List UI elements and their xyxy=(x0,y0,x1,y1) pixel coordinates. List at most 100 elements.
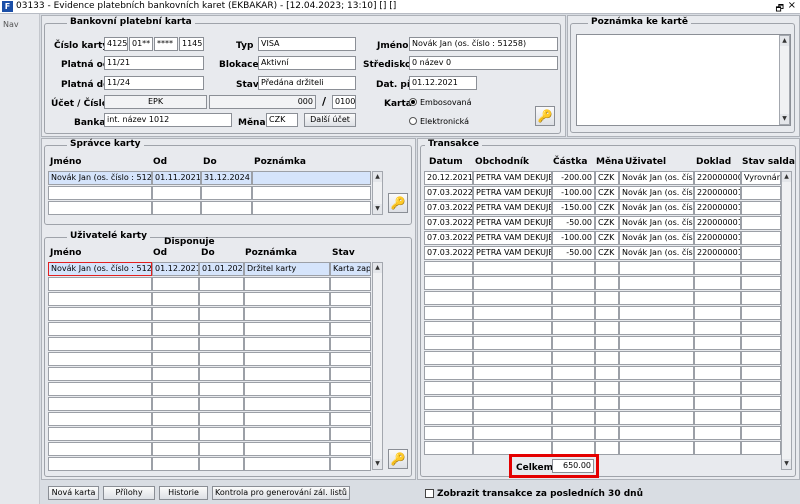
tx-cell-amount[interactable] xyxy=(552,276,595,290)
tx-cell-document[interactable] xyxy=(694,306,741,320)
tx-cell-merchant[interactable]: PETRA VAM DEKUJE xyxy=(473,201,552,215)
tx-cell-user[interactable] xyxy=(619,351,694,365)
manager-cell-from[interactable] xyxy=(152,201,201,215)
tx-cell-amount[interactable] xyxy=(552,396,595,410)
users-cell[interactable] xyxy=(152,397,199,411)
tx-cell-balance[interactable]: Vyrovnáno xyxy=(741,171,781,185)
card-number-part3[interactable]: **** xyxy=(154,37,178,51)
tx-cell-balance[interactable] xyxy=(741,396,781,410)
tx-cell-amount[interactable] xyxy=(552,366,595,380)
tx-cell-user[interactable] xyxy=(619,426,694,440)
users-cell[interactable] xyxy=(199,457,244,471)
tx-cell-document[interactable]: 2200000016 xyxy=(694,246,741,260)
users-cell[interactable] xyxy=(244,307,330,321)
manager-key-icon[interactable]: 🔑 xyxy=(388,193,408,213)
nav-panel[interactable]: Nav xyxy=(0,14,40,504)
tx-cell-currency[interactable] xyxy=(595,351,619,365)
tx-cell-user[interactable]: Novák Jan (os. číslo : 51258) xyxy=(619,186,694,200)
card-number-part4[interactable]: 1145 xyxy=(179,37,204,51)
tx-cell-currency[interactable] xyxy=(595,261,619,275)
manager-cell-to[interactable] xyxy=(201,186,252,200)
tx-cell-user[interactable] xyxy=(619,291,694,305)
users-cell[interactable] xyxy=(199,292,244,306)
users-cell[interactable] xyxy=(330,442,371,456)
card-number-part2[interactable]: 01** xyxy=(129,37,153,51)
tx-cell-document[interactable] xyxy=(694,366,741,380)
tx-cell-date[interactable]: 07.03.2022 xyxy=(424,246,473,260)
scroll-down-icon[interactable]: ▼ xyxy=(373,204,382,214)
manager-cell-name[interactable] xyxy=(48,186,152,200)
tx-cell-currency[interactable] xyxy=(595,381,619,395)
users-cell[interactable] xyxy=(199,307,244,321)
users-cell[interactable] xyxy=(48,322,152,336)
tx-cell-user[interactable]: Novák Jan (os. číslo : 51258) xyxy=(619,246,694,260)
users-cell[interactable] xyxy=(244,352,330,366)
type-field[interactable]: VISA xyxy=(258,37,356,51)
users-cell[interactable] xyxy=(244,397,330,411)
tx-cell-amount[interactable] xyxy=(552,426,595,440)
users-cell[interactable] xyxy=(48,397,152,411)
tx-cell-balance[interactable] xyxy=(741,246,781,260)
tx-cell-date[interactable] xyxy=(424,441,473,455)
tx-cell-date[interactable] xyxy=(424,351,473,365)
tx-cell-amount[interactable]: -150.00 xyxy=(552,201,595,215)
users-cell[interactable] xyxy=(199,277,244,291)
scroll-down-icon[interactable]: ▼ xyxy=(782,459,791,469)
users-cell[interactable] xyxy=(330,352,371,366)
advance-sheet-check-button[interactable]: Kontrola pro generování zál. listů xyxy=(212,486,350,500)
users-cell[interactable] xyxy=(330,412,371,426)
tx-cell-merchant[interactable] xyxy=(473,351,552,365)
scroll-up-icon[interactable]: ▲ xyxy=(782,172,791,182)
tx-cell-currency[interactable] xyxy=(595,336,619,350)
users-cell-from[interactable]: 01.12.2021 xyxy=(152,262,199,276)
tx-cell-amount[interactable] xyxy=(552,381,595,395)
tx-cell-balance[interactable] xyxy=(741,291,781,305)
scroll-up-icon[interactable]: ▲ xyxy=(780,36,789,46)
users-cell[interactable] xyxy=(330,292,371,306)
new-card-button[interactable]: Nová karta xyxy=(48,486,99,500)
tx-cell-merchant[interactable] xyxy=(473,366,552,380)
state-field[interactable]: Předána držiteli xyxy=(258,76,356,90)
tx-cell-document[interactable] xyxy=(694,381,741,395)
tx-cell-document[interactable]: 2200000012 xyxy=(694,186,741,200)
tx-cell-currency[interactable] xyxy=(595,396,619,410)
center-field[interactable]: 0 název 0 xyxy=(409,56,558,70)
tx-cell-user[interactable] xyxy=(619,396,694,410)
tx-cell-currency[interactable]: CZK xyxy=(595,201,619,215)
tx-cell-balance[interactable] xyxy=(741,381,781,395)
tx-cell-document[interactable] xyxy=(694,321,741,335)
users-cell[interactable] xyxy=(244,367,330,381)
tx-cell-amount[interactable] xyxy=(552,291,595,305)
tx-cell-merchant[interactable] xyxy=(473,411,552,425)
name-field[interactable]: Novák Jan (os. číslo : 51258) xyxy=(409,37,558,51)
users-cell[interactable] xyxy=(199,412,244,426)
tx-cell-amount[interactable] xyxy=(552,321,595,335)
tx-cell-amount[interactable] xyxy=(552,261,595,275)
tx-cell-merchant[interactable]: PETRA VAM DEKUJE xyxy=(473,231,552,245)
account-prefix-field[interactable]: EPK xyxy=(104,95,207,109)
tx-cell-document[interactable] xyxy=(694,411,741,425)
tx-cell-currency[interactable] xyxy=(595,411,619,425)
users-cell[interactable] xyxy=(152,277,199,291)
users-cell[interactable] xyxy=(152,337,199,351)
tx-cell-user[interactable] xyxy=(619,336,694,350)
users-cell-to[interactable]: 01.01.2022 xyxy=(199,262,244,276)
handover-date-field[interactable]: 01.12.2021 xyxy=(409,76,477,90)
tx-cell-user[interactable] xyxy=(619,366,694,380)
users-cell[interactable] xyxy=(330,367,371,381)
tx-cell-date[interactable] xyxy=(424,381,473,395)
tx-cell-amount[interactable]: -100.00 xyxy=(552,231,595,245)
users-cell[interactable] xyxy=(330,457,371,471)
valid-to-field[interactable]: 11/24 xyxy=(104,76,204,90)
users-cell[interactable] xyxy=(152,322,199,336)
tx-cell-currency[interactable] xyxy=(595,306,619,320)
users-cell[interactable] xyxy=(244,322,330,336)
tx-cell-balance[interactable] xyxy=(741,231,781,245)
tx-cell-date[interactable]: 07.03.2022 xyxy=(424,231,473,245)
users-cell[interactable] xyxy=(199,397,244,411)
tx-cell-merchant[interactable] xyxy=(473,261,552,275)
manager-cell-from[interactable]: 01.11.2021 xyxy=(152,171,201,185)
users-cell[interactable] xyxy=(244,382,330,396)
tx-cell-currency[interactable]: CZK xyxy=(595,216,619,230)
tx-cell-document[interactable] xyxy=(694,441,741,455)
